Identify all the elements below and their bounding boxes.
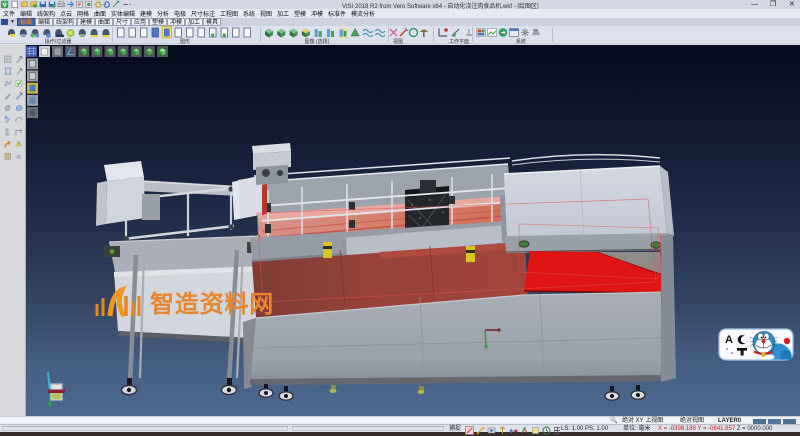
svg-text:智造资料网: 智造资料网 (150, 290, 274, 318)
svg-text:A: A (725, 334, 733, 346)
